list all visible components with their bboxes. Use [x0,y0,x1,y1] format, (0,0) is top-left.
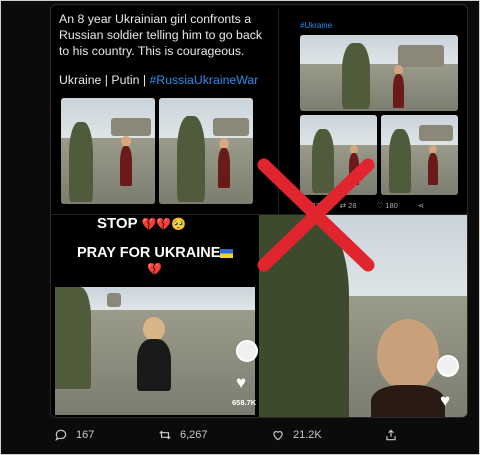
like-count: 21.2K [293,429,322,441]
reply-count: 167 [76,429,95,441]
photo-soldier-girl-2[interactable] [159,98,253,204]
heart-right-icon[interactable]: ♥ [440,391,450,411]
tiktok-avatar-icon[interactable] [236,340,258,362]
share-button[interactable] [384,428,398,442]
share-icon [386,429,396,441]
quoted-photo-main[interactable] [300,35,458,111]
quoted-share[interactable]: ⋖ [418,201,424,210]
quoted-likes[interactable]: ♡ 180 [377,201,398,210]
horizontal-divider [51,214,467,215]
hashtag-link[interactable]: #RussiaUkraineWar [149,73,258,87]
quoted-stats: 💬 47 ⇄ 28 ♡ 180 ⋖ [300,201,424,210]
retweet-count: 6,267 [180,429,208,441]
tiktok-video-left[interactable] [55,287,255,415]
quoted-replies[interactable]: 💬 47 [300,201,320,210]
tag-plain: Ukraine | Putin | [59,73,150,87]
photo-soldier-girl-1[interactable] [61,98,155,204]
retweet-button[interactable]: 6,267 [158,428,208,442]
reply-icon [55,429,67,441]
tweet-tags: Ukraine | Putin | #RussiaUkraineWar [59,73,258,87]
reply-button[interactable]: 167 [54,428,94,442]
ukraine-flag-icon [220,248,234,258]
quoted-hashtag[interactable]: #Ukraine [300,21,332,30]
tiktok-video-right[interactable] [259,215,467,417]
tiktok-avatar-right-icon[interactable] [437,355,459,377]
tweet-text: An 8 year Ukrainian girl confronts a Rus… [59,12,263,58]
tweet-media-card: An 8 year Ukrainian girl confronts a Rus… [50,4,468,418]
pray-caption: PRAY FOR UKRAINE 💔 [77,245,234,277]
quoted-retweets[interactable]: ⇄ 28 [340,201,357,210]
vertical-divider [278,9,279,214]
heart-icon[interactable]: ♥ [236,373,246,393]
tiktok-like-count: 658.7K [232,398,257,407]
tweet-action-bar: 167 6,267 21.2K [50,424,466,446]
quoted-photo-right[interactable] [381,115,458,195]
stop-caption: STOP 💔💔🥺 [97,215,187,232]
like-button[interactable]: 21.2K [271,428,322,442]
retweet-icon [159,430,171,440]
like-icon [273,431,283,441]
quoted-tweet-panel[interactable]: #Ukraine 💬 47 ⇄ 28 ♡ 180 ⋖ [282,9,465,214]
quoted-photo-left[interactable] [300,115,377,195]
